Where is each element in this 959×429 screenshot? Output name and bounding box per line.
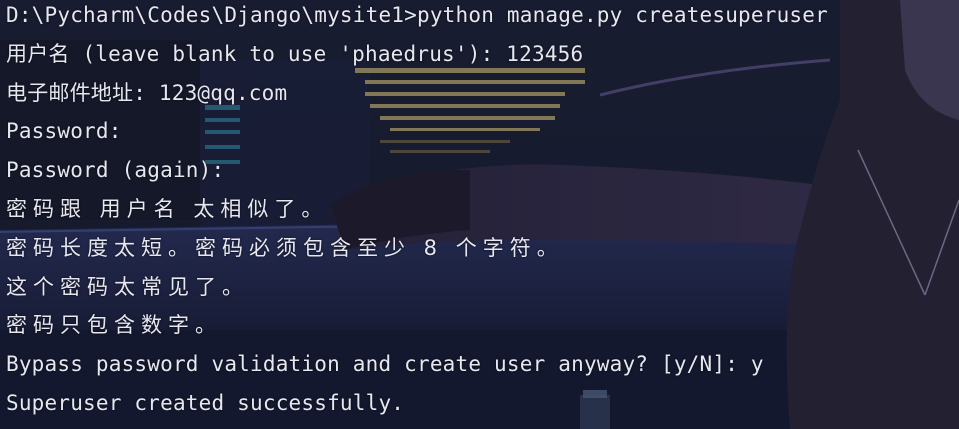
bypass-prompt-line: Bypass password validation and create us… [6,352,764,377]
validation-error-too-short: 密码长度太短。密码必须包含至少 8 个字符。 [6,235,564,260]
password-again-prompt-line: Password (again): [6,158,225,183]
email-prompt-line: 电子邮件地址: 123@qq.com [6,80,288,105]
terminal-output: D:\Pycharm\Codes\Django\mysite1>python m… [6,0,959,423]
command-line: D:\Pycharm\Codes\Django\mysite1>python m… [6,3,828,27]
username-prompt-line: 用户名 (leave blank to use 'phaedrus'): 123… [6,41,584,66]
validation-error-numeric: 密码只包含数字。 [6,313,222,338]
success-message-line: Superuser created successfully. [6,390,405,415]
validation-error-similar: 密码跟 用户名 太相似了。 [6,196,329,221]
password-prompt-line: Password: [6,119,122,144]
validation-error-too-common: 这个密码太常见了。 [6,274,249,299]
terminal-window[interactable]: D:\Pycharm\Codes\Django\mysite1>python m… [0,0,959,429]
